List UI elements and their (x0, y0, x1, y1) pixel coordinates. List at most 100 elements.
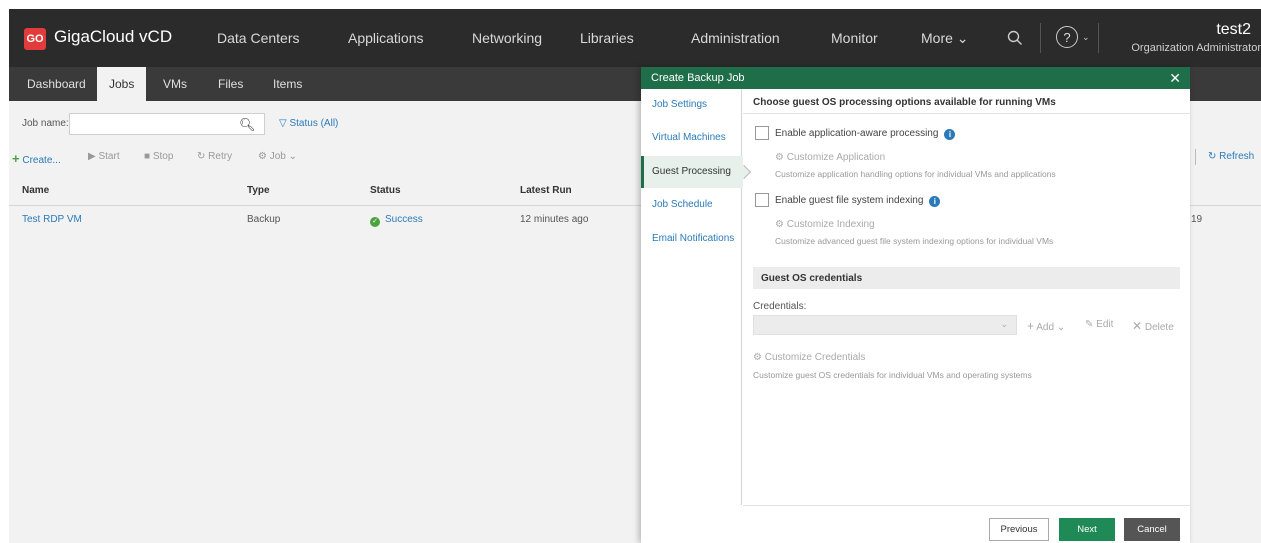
refresh-label: Refresh (1219, 151, 1255, 162)
add-credentials-button[interactable]: + Add ⌄ (1027, 319, 1065, 333)
indexing-checkbox[interactable] (755, 193, 769, 207)
chevron-down-icon: ⌄ (1000, 319, 1008, 329)
close-icon[interactable]: ✕ (1169, 70, 1181, 87)
credentials-section-title: Guest OS credentials (761, 273, 863, 284)
indexing-label[interactable]: Enable guest file system indexing i (775, 195, 941, 207)
customize-indexing-link[interactable]: ⚙︎ Customize Indexing (775, 219, 875, 230)
status-filter-label: Status (All) (289, 118, 339, 129)
edit-credentials-label: Edit (1096, 319, 1114, 330)
info-icon[interactable]: i (929, 196, 941, 207)
job-trailing-cell: 19 (1191, 214, 1203, 225)
step-guest-processing[interactable]: Guest Processing (641, 156, 743, 188)
gear-icon: ⚙︎ (258, 151, 267, 162)
play-icon: ▶︎ (88, 151, 96, 162)
key-icon: ⚙︎ (753, 352, 762, 363)
pencil-icon: ✎︎ (1085, 319, 1094, 330)
step-virtual-machines[interactable]: Virtual Machines (641, 122, 742, 154)
job-menu-button[interactable]: ⚙︎ Job ⌄ (258, 151, 297, 162)
next-button[interactable]: Next (1059, 518, 1115, 541)
start-button[interactable]: ▶︎ Start (88, 151, 120, 162)
customize-application-desc: Customize application handling options f… (775, 169, 1056, 179)
brand-name[interactable]: GigaCloud vCD (54, 27, 172, 47)
user-role: Organization Administrator (1131, 42, 1261, 54)
add-credentials-label: Add ⌄ (1036, 322, 1066, 333)
customize-application-label: Customize Application (786, 152, 886, 163)
nav-data-centers[interactable]: Data Centers (217, 30, 299, 46)
nav-divider (1098, 23, 1099, 53)
help-icon[interactable]: ? (1056, 26, 1078, 48)
credentials-select[interactable]: ⌄ (753, 315, 1017, 335)
customize-application-link[interactable]: ⚙︎ Customize Application (775, 152, 885, 163)
job-name-cell[interactable]: Test RDP VM (22, 214, 82, 225)
success-check-icon: ✓ (370, 217, 380, 227)
customize-credentials-label: Customize Credentials (764, 352, 866, 363)
tab-dashboard[interactable]: Dashboard (15, 67, 98, 101)
info-icon[interactable]: i (944, 129, 956, 140)
nav-networking[interactable]: Networking (472, 30, 542, 46)
column-header-status[interactable]: Status (370, 185, 401, 196)
user-name[interactable]: test2 (1216, 21, 1251, 39)
column-header-type[interactable]: Type (247, 185, 270, 196)
job-menu-label: Job ⌄ (269, 151, 298, 162)
retry-label: Retry (208, 151, 233, 162)
dialog-footer: Previous Next Cancel (743, 505, 1190, 543)
cancel-button[interactable]: Cancel (1124, 518, 1180, 541)
guest-processing-panel: Choose guest OS processing options avail… (743, 89, 1190, 505)
close-icon: ✕ (1132, 319, 1143, 333)
create-button[interactable]: + Create... (12, 151, 61, 166)
previous-button[interactable]: Previous (989, 518, 1049, 541)
plus-icon: + (1027, 319, 1035, 333)
delete-credentials-label: Delete (1144, 322, 1174, 333)
refresh-button[interactable]: ↻ Refresh (1208, 151, 1254, 162)
nav-libraries[interactable]: Libraries (580, 30, 634, 46)
retry-icon: ↻ (197, 151, 206, 162)
chevron-down-icon[interactable]: ⌄ (1082, 32, 1090, 43)
job-latest-run-cell: 12 minutes ago (520, 214, 589, 225)
column-header-name[interactable]: Name (22, 185, 49, 196)
customize-credentials-link[interactable]: ⚙︎ Customize Credentials (753, 352, 865, 363)
customize-indexing-desc: Customize advanced guest file system ind… (775, 236, 1054, 246)
credentials-label: Credentials: (753, 301, 807, 312)
app-aware-label-text: Enable application-aware processing (775, 128, 939, 139)
create-label: Create... (22, 155, 61, 166)
dialog-title: Create Backup Job (651, 72, 745, 84)
wizard-steps: Job Settings Virtual Machines Guest Proc… (641, 89, 743, 505)
job-name-label: Job name: (22, 118, 69, 129)
status-filter[interactable]: ▽ Status (All) (279, 118, 338, 129)
customize-indexing-label: Customize Indexing (786, 219, 875, 230)
tab-files[interactable]: Files (206, 67, 255, 101)
nav-administration[interactable]: Administration (691, 30, 780, 46)
nav-applications[interactable]: Applications (348, 30, 424, 46)
retry-button[interactable]: ↻ Retry (197, 151, 232, 162)
puzzle-icon: ⚙︎ (775, 152, 784, 163)
step-email-notifications[interactable]: Email Notifications (641, 223, 742, 255)
tab-items[interactable]: Items (261, 67, 314, 101)
tab-vms[interactable]: VMs (151, 67, 199, 101)
filter-icon: ▽ (279, 118, 290, 129)
credentials-section-header: Guest OS credentials (753, 267, 1180, 289)
delete-credentials-button[interactable]: ✕ Delete (1132, 319, 1174, 333)
app-aware-label[interactable]: Enable application-aware processing i (775, 128, 956, 140)
search-icon[interactable]: 🔍︎ (239, 117, 256, 133)
edit-credentials-button[interactable]: ✎︎ Edit (1085, 319, 1113, 330)
job-name-input[interactable] (69, 113, 265, 135)
column-header-latest-run[interactable]: Latest Run (520, 185, 572, 196)
nav-monitor[interactable]: Monitor (831, 30, 878, 46)
indexing-label-text: Enable guest file system indexing (775, 195, 924, 206)
app-aware-checkbox[interactable] (755, 126, 769, 140)
dialog-header: Create Backup Job ✕ (641, 67, 1190, 89)
job-type-cell: Backup (247, 214, 281, 225)
step-job-settings[interactable]: Job Settings (641, 89, 742, 121)
stop-label: Stop (152, 151, 174, 162)
stop-button[interactable]: ■ Stop (144, 151, 173, 162)
search-icon[interactable] (1007, 30, 1023, 46)
section-divider (743, 113, 1190, 114)
refresh-icon: ↻ (1208, 151, 1217, 162)
tab-jobs[interactable]: Jobs (97, 67, 147, 101)
create-backup-job-dialog: Create Backup Job ✕ Job Settings Virtual… (641, 67, 1190, 543)
brand-logo: GO (24, 28, 46, 50)
step-job-schedule[interactable]: Job Schedule (641, 189, 742, 221)
nav-more[interactable]: More ⌄ (921, 30, 969, 47)
job-status-cell: ✓ Success (370, 214, 423, 227)
top-navigation-bar: GO GigaCloud vCD Data Centers Applicatio… (9, 9, 1261, 67)
